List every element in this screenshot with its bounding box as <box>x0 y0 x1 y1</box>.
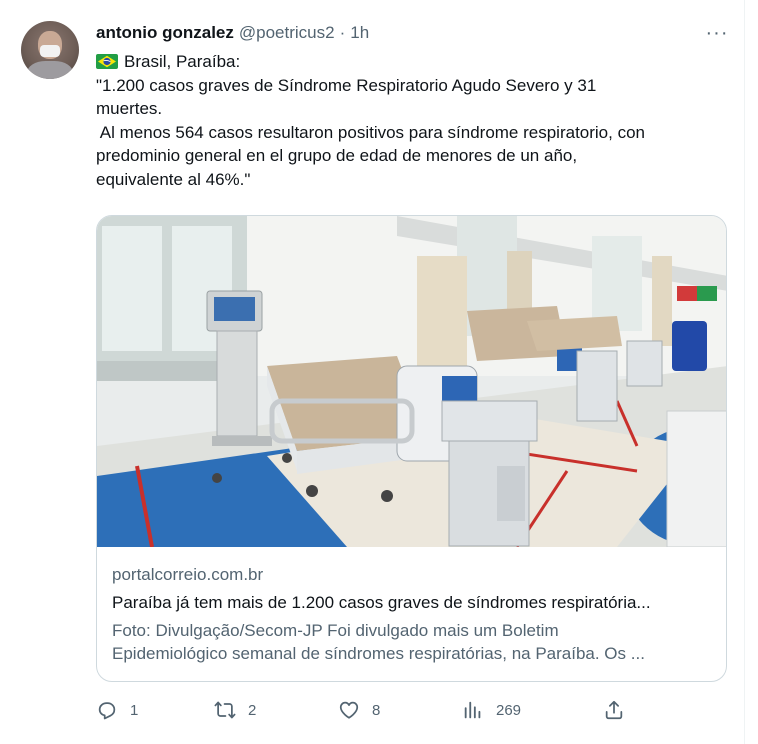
reply-count: 1 <box>130 701 139 719</box>
author-handle[interactable]: @poetricus2 <box>239 23 335 43</box>
like-count: 8 <box>372 701 381 719</box>
more-icon[interactable]: ··· <box>704 22 730 44</box>
views-button[interactable]: 269 <box>462 697 521 723</box>
separator-dot: · <box>339 23 346 42</box>
tweet-container[interactable]: antonio gonzalez @poetricus2 · 1h ··· Br… <box>0 0 745 744</box>
heart-icon <box>339 701 359 719</box>
views-icon <box>464 701 481 719</box>
retweet-icon <box>214 701 236 719</box>
link-card[interactable]: portalcorreio.com.br Paraíba já tem mais… <box>96 215 727 682</box>
author-name[interactable]: antonio gonzalez <box>96 23 234 43</box>
share-icon <box>605 700 623 720</box>
tweet-text-line: muertes. <box>96 99 163 118</box>
views-count: 269 <box>496 701 522 719</box>
tweet-header: antonio gonzalez @poetricus2 · 1h <box>96 22 369 44</box>
tweet-text-line: "1.200 casos graves de Síndrome Respirat… <box>96 75 597 95</box>
tweet-text-line: predominio general en el grupo de edad d… <box>96 146 578 165</box>
brazil-flag-icon <box>96 54 118 69</box>
retweet-count: 2 <box>248 701 257 719</box>
action-bar: 1 2 8 269 <box>96 697 636 723</box>
card-description-line: Epidemiológico semanal de síndromes resp… <box>112 644 645 663</box>
card-description[interactable]: Foto: Divulgação/Secom-JP Foi divulgado … <box>112 619 712 665</box>
card-domain[interactable]: portalcorreio.com.br <box>112 565 263 585</box>
retweet-button[interactable]: 2 <box>214 697 256 723</box>
location-line: Brasil, Paraíba: <box>96 50 736 74</box>
reply-icon <box>98 702 116 720</box>
avatar[interactable] <box>21 21 79 79</box>
location-text: Brasil, Paraíba: <box>124 52 241 71</box>
tweet-text-line: Al menos 564 casos resultaron positivos … <box>96 122 645 142</box>
share-button[interactable] <box>603 697 625 723</box>
card-title[interactable]: Paraíba já tem mais de 1.200 casos grave… <box>112 593 712 613</box>
hospital-ward-photo[interactable] <box>97 216 727 547</box>
card-description-line: Foto: Divulgação/Secom-JP Foi divulgado … <box>112 621 559 640</box>
tweet-text-line: equivalente al 46%." <box>96 169 251 189</box>
like-button[interactable]: 8 <box>338 697 380 723</box>
tweet-time[interactable]: 1h <box>350 23 369 43</box>
tweet-text: Brasil, Paraíba: "1.200 casos graves de … <box>96 50 736 191</box>
reply-button[interactable]: 1 <box>96 697 138 723</box>
